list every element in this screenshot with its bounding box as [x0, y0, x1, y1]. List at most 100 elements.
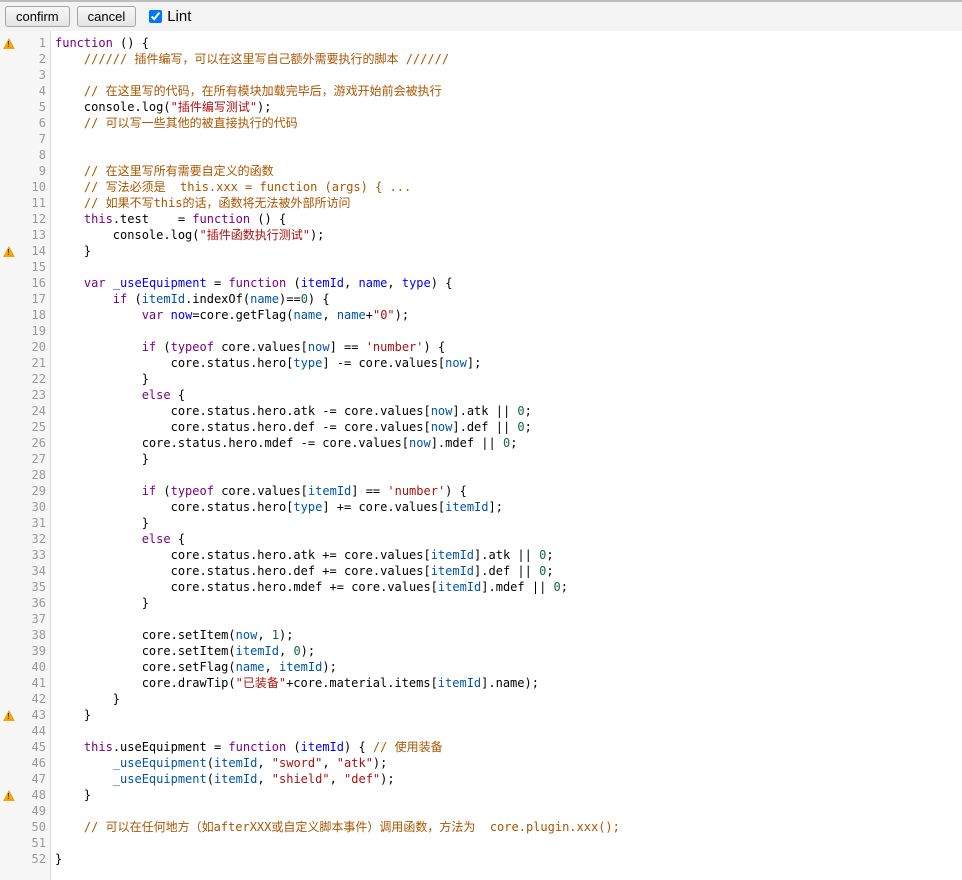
code-line[interactable]: 42 } — [0, 691, 962, 707]
lint-marker-cell — [0, 771, 17, 787]
code-line[interactable]: 47 _useEquipment(itemId, "shield", "def"… — [0, 771, 962, 787]
code-text: // 如果不写this的话，函数将无法被外部所访问 — [51, 195, 350, 211]
lint-marker-cell — [0, 275, 17, 291]
code-line[interactable]: 46 _useEquipment(itemId, "sword", "atk")… — [0, 755, 962, 771]
lint-marker-cell — [0, 739, 17, 755]
code-line[interactable]: 25 core.status.hero.def -= core.values[n… — [0, 419, 962, 435]
code-line[interactable]: 33 core.status.hero.atk += core.values[i… — [0, 547, 962, 563]
code-line[interactable]: 8 — [0, 147, 962, 163]
confirm-button[interactable]: confirm — [5, 6, 70, 27]
lint-marker-cell — [0, 51, 17, 67]
code-line[interactable]: 4 // 在这里写的代码，在所有模块加载完毕后，游戏开始前会被执行 — [0, 83, 962, 99]
lint-checkbox[interactable] — [149, 10, 162, 23]
code-line[interactable]: 12 this.test = function () { — [0, 211, 962, 227]
code-line[interactable]: 21 core.status.hero[type] -= core.values… — [0, 355, 962, 371]
code-line[interactable]: 41 core.drawTip("已装备"+core.material.item… — [0, 675, 962, 691]
code-line[interactable]: 7 — [0, 131, 962, 147]
code-line[interactable]: 16 var _useEquipment = function (itemId,… — [0, 275, 962, 291]
code-text: } — [51, 243, 91, 259]
line-gutter: 48 — [0, 787, 51, 803]
code-line[interactable]: 48 } — [0, 787, 962, 803]
code-line[interactable]: 35 core.status.hero.mdef += core.values[… — [0, 579, 962, 595]
line-gutter: 20 — [0, 339, 51, 355]
cancel-button[interactable]: cancel — [77, 6, 137, 27]
code-line[interactable]: 36 } — [0, 595, 962, 611]
code-line[interactable]: 17 if (itemId.indexOf(name)==0) { — [0, 291, 962, 307]
code-line[interactable]: 22 } — [0, 371, 962, 387]
code-line[interactable]: 3 — [0, 67, 962, 83]
code-line[interactable]: 27 } — [0, 451, 962, 467]
lint-marker-cell — [0, 595, 17, 611]
code-line[interactable]: 2 ////// 插件编写，可以在这里写自己额外需要执行的脚本 ////// — [0, 51, 962, 67]
code-text: _useEquipment(itemId, "shield", "def"); — [51, 771, 395, 787]
code-text: var now=core.getFlag(name, name+"0"); — [51, 307, 409, 323]
line-gutter: 13 — [0, 227, 51, 243]
code-text — [51, 147, 55, 163]
line-gutter: 39 — [0, 643, 51, 659]
code-line[interactable]: 45 this.useEquipment = function (itemId)… — [0, 739, 962, 755]
line-number: 27 — [17, 451, 51, 467]
line-gutter: 23 — [0, 387, 51, 403]
code-line[interactable]: 23 else { — [0, 387, 962, 403]
code-line[interactable]: 44 — [0, 723, 962, 739]
code-line[interactable]: 52} — [0, 851, 962, 867]
line-number: 24 — [17, 403, 51, 419]
line-gutter: 42 — [0, 691, 51, 707]
code-line[interactable]: 50 // 可以在任何地方（如afterXXX或自定义脚本事件）调用函数，方法为… — [0, 819, 962, 835]
code-line[interactable]: 28 — [0, 467, 962, 483]
code-line[interactable]: 10 // 写法必须是 this.xxx = function (args) {… — [0, 179, 962, 195]
lint-warning-icon — [3, 38, 15, 49]
code-line[interactable]: 32 else { — [0, 531, 962, 547]
lint-marker-cell — [0, 131, 17, 147]
code-text: core.status.hero.mdef += core.values[ite… — [51, 579, 568, 595]
code-line[interactable]: 13 console.log("插件函数执行测试"); — [0, 227, 962, 243]
line-gutter: 38 — [0, 627, 51, 643]
code-line[interactable]: 15 — [0, 259, 962, 275]
code-line[interactable]: 18 var now=core.getFlag(name, name+"0"); — [0, 307, 962, 323]
line-gutter: 47 — [0, 771, 51, 787]
lint-marker-cell — [0, 563, 17, 579]
code-text: core.setFlag(name, itemId); — [51, 659, 337, 675]
code-line[interactable]: 38 core.setItem(now, 1); — [0, 627, 962, 643]
lint-marker-cell — [0, 371, 17, 387]
line-gutter: 45 — [0, 739, 51, 755]
code-line[interactable]: 31 } — [0, 515, 962, 531]
lint-marker-cell — [0, 323, 17, 339]
code-line[interactable]: 1function () { — [0, 35, 962, 51]
code-line[interactable]: 19 — [0, 323, 962, 339]
lint-marker-cell — [0, 67, 17, 83]
code-text: core.status.hero[type] -= core.values[no… — [51, 355, 481, 371]
code-line[interactable]: 24 core.status.hero.atk -= core.values[n… — [0, 403, 962, 419]
code-line[interactable]: 14 } — [0, 243, 962, 259]
code-line[interactable]: 40 core.setFlag(name, itemId); — [0, 659, 962, 675]
code-line[interactable]: 26 core.status.hero.mdef -= core.values[… — [0, 435, 962, 451]
line-gutter: 26 — [0, 435, 51, 451]
code-line[interactable]: 29 if (typeof core.values[itemId] == 'nu… — [0, 483, 962, 499]
line-number: 40 — [17, 659, 51, 675]
line-number: 16 — [17, 275, 51, 291]
line-gutter: 49 — [0, 803, 51, 819]
code-line[interactable]: 6 // 可以写一些其他的被直接执行的代码 — [0, 115, 962, 131]
code-line[interactable]: 43 } — [0, 707, 962, 723]
editor-toolbar: confirm cancel Lint — [0, 0, 962, 31]
code-line[interactable]: 9 // 在这里写所有需要自定义的函数 — [0, 163, 962, 179]
code-text: else { — [51, 531, 185, 547]
lint-marker-cell — [0, 707, 17, 723]
line-number: 21 — [17, 355, 51, 371]
code-editor[interactable]: 1function () {2 ////// 插件编写，可以在这里写自己额外需要… — [0, 31, 962, 880]
code-text: core.status.hero.atk -= core.values[now]… — [51, 403, 532, 419]
code-line[interactable]: 51 — [0, 835, 962, 851]
lint-warning-icon — [3, 246, 15, 257]
code-line[interactable]: 49 — [0, 803, 962, 819]
code-line[interactable]: 11 // 如果不写this的话，函数将无法被外部所访问 — [0, 195, 962, 211]
code-line[interactable]: 37 — [0, 611, 962, 627]
code-text: function () { — [51, 35, 149, 51]
line-number: 37 — [17, 611, 51, 627]
code-line[interactable]: 30 core.status.hero[type] += core.values… — [0, 499, 962, 515]
code-line[interactable]: 39 core.setItem(itemId, 0); — [0, 643, 962, 659]
code-text: // 可以写一些其他的被直接执行的代码 — [51, 115, 298, 131]
line-number: 9 — [17, 163, 51, 179]
code-line[interactable]: 5 console.log("插件编写测试"); — [0, 99, 962, 115]
code-line[interactable]: 34 core.status.hero.def += core.values[i… — [0, 563, 962, 579]
code-line[interactable]: 20 if (typeof core.values[now] == 'numbe… — [0, 339, 962, 355]
